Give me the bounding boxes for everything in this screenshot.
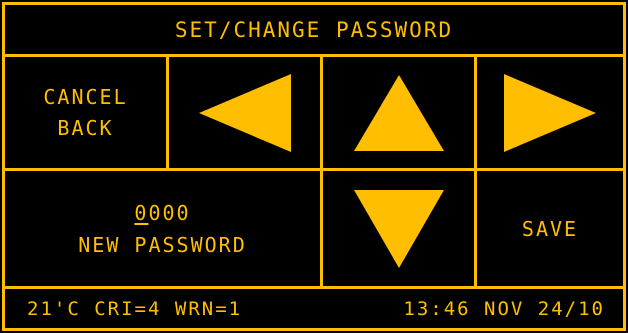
temperature-readout: 21'C — [27, 297, 81, 320]
password-remaining-digits: 000 — [148, 200, 191, 225]
left-arrow-button[interactable] — [166, 54, 323, 171]
screen-title: SET/CHANGE PASSWORD — [2, 2, 626, 57]
cancel-label: CANCEL — [43, 84, 128, 109]
save-button[interactable]: SAVE — [474, 168, 626, 289]
back-label: BACK — [57, 115, 114, 140]
new-password-field[interactable]: 0000 NEW PASSWORD — [2, 168, 323, 289]
status-bar: 21'C CRI=4 WRN=1 13:46 NOV 24/10 — [2, 286, 626, 331]
status-right: 13:46 NOV 24/10 — [403, 298, 605, 320]
cri-readout: CRI=4 — [94, 297, 162, 320]
cancel-back-button[interactable]: CANCEL BACK — [2, 54, 169, 171]
up-arrow-icon — [353, 74, 444, 151]
screen-title-text: SET/CHANGE PASSWORD — [174, 17, 454, 42]
time-readout: 13:46 — [403, 297, 471, 320]
right-arrow-button[interactable] — [474, 54, 626, 171]
status-left: 21'C CRI=4 WRN=1 — [27, 298, 242, 320]
save-label: SAVE — [521, 216, 579, 241]
left-arrow-icon — [198, 73, 291, 152]
right-arrow-icon — [504, 73, 596, 152]
date-readout: NOV 24/10 — [484, 297, 605, 320]
password-value: 0000 — [134, 197, 190, 229]
down-arrow-icon — [353, 189, 444, 268]
up-arrow-button[interactable] — [320, 54, 477, 171]
password-screen: SET/CHANGE PASSWORD CANCEL BACK 0000 NEW… — [0, 0, 628, 333]
down-arrow-button[interactable] — [320, 168, 477, 289]
new-password-label: NEW PASSWORD — [78, 232, 247, 257]
wrn-readout: WRN=1 — [174, 297, 243, 320]
password-cursor-digit: 0 — [134, 200, 149, 225]
